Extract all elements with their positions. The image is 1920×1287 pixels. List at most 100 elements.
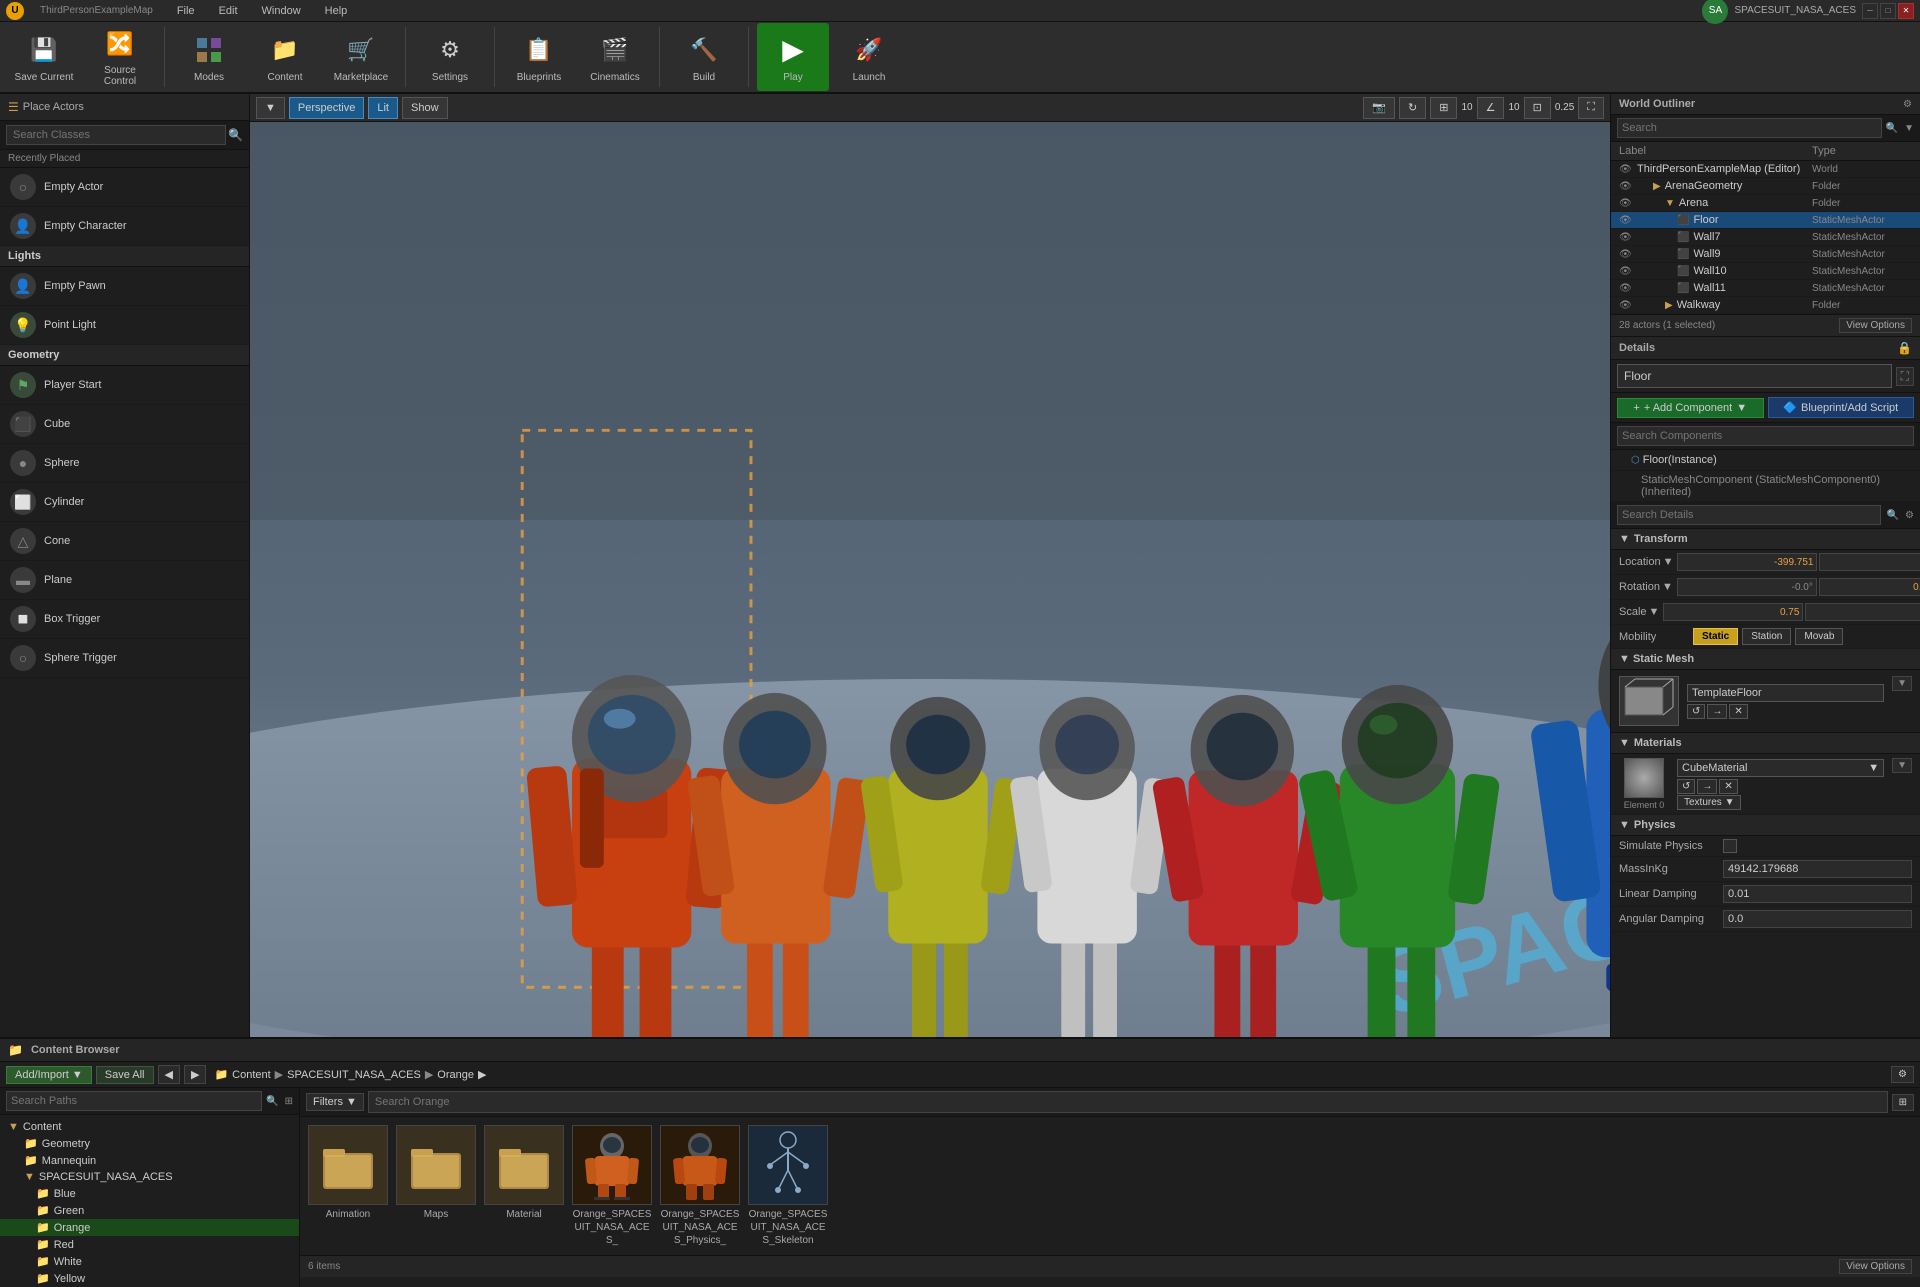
play-btn[interactable]: ▶ Play <box>757 23 829 91</box>
search-classes-icon[interactable]: 🔍 <box>228 128 243 142</box>
source-control-btn[interactable]: 🔀 Source Control <box>84 23 156 91</box>
path-search-icon[interactable]: 🔍 <box>266 1096 278 1107</box>
eye-icon-7[interactable]: 👁 <box>1619 283 1633 294</box>
camera-btn[interactable]: 📷 <box>1363 97 1395 119</box>
asset-orange-physics[interactable]: Orange_SPACESUIT_NASA_ACES_Physics_ <box>660 1125 740 1247</box>
add-import-btn[interactable]: Add/Import ▼ <box>6 1066 92 1084</box>
cb-asset-search-input[interactable] <box>368 1091 1888 1113</box>
show-btn[interactable]: Show <box>402 97 448 119</box>
eye-icon-6[interactable]: 👁 <box>1619 266 1633 277</box>
asset-animation-folder[interactable]: Animation <box>308 1125 388 1247</box>
outliner-search-icon[interactable]: 🔍 <box>1886 123 1898 134</box>
eye-icon-0[interactable]: 👁 <box>1619 164 1633 175</box>
actor-item-sphere-trigger[interactable]: ○ Sphere Trigger <box>0 639 249 678</box>
details-search-input[interactable] <box>1617 426 1914 446</box>
breadcrumb-orange[interactable]: Orange <box>437 1069 474 1081</box>
save-current-btn[interactable]: 💾 Save Current <box>8 23 80 91</box>
actor-item-empty-character[interactable]: 👤 Empty Character <box>0 207 249 246</box>
breadcrumb-content[interactable]: Content <box>232 1069 271 1081</box>
settings-btn[interactable]: ⚙ Settings <box>414 23 486 91</box>
cb-view-options-btn[interactable]: View Options <box>1839 1259 1912 1274</box>
physics-section-header[interactable]: ▼ Physics <box>1611 815 1920 836</box>
station-btn[interactable]: Station <box>1742 628 1791 645</box>
search-classes-input[interactable] <box>6 125 226 145</box>
mesh-arrow-btn[interactable]: → <box>1707 704 1727 719</box>
tree-item-mannequin[interactable]: 📁 Mannequin <box>0 1152 299 1169</box>
static-btn[interactable]: Static <box>1693 628 1738 645</box>
vp-dropdown-btn[interactable]: ▼ <box>256 97 285 119</box>
movab-btn[interactable]: Movab <box>1795 628 1843 645</box>
tree-item-orange[interactable]: 📁 Orange <box>0 1219 299 1236</box>
actor-item-player-start[interactable]: ⚑ Player Start <box>0 366 249 405</box>
angular-damping-input[interactable] <box>1723 910 1912 928</box>
outliner-item-2[interactable]: 👁 ▼ Arena Folder <box>1611 195 1920 212</box>
breadcrumb-spacesuit[interactable]: SPACESUIT_NASA_ACES <box>287 1069 421 1081</box>
blueprints-btn[interactable]: 📋 Blueprints <box>503 23 575 91</box>
location-x-input[interactable] <box>1677 553 1817 571</box>
category-lights[interactable]: Lights <box>0 246 249 267</box>
location-y-input[interactable] <box>1819 553 1920 571</box>
modes-btn[interactable]: Modes <box>173 23 245 91</box>
scale-btn[interactable]: ⊡ <box>1524 97 1551 119</box>
tree-item-yellow[interactable]: 📁 Yellow <box>0 1270 299 1287</box>
launch-btn[interactable]: 🚀 Launch <box>833 23 905 91</box>
linear-damping-input[interactable] <box>1723 885 1912 903</box>
eye-icon-3[interactable]: 👁 <box>1619 215 1633 226</box>
actor-item-cone[interactable]: △ Cone <box>0 522 249 561</box>
actor-item-cube[interactable]: ⬛ Cube <box>0 405 249 444</box>
rotation-label[interactable]: Rotation ▼ <box>1619 581 1673 593</box>
menu-edit[interactable]: Edit <box>215 3 242 19</box>
menu-window[interactable]: Window <box>258 3 305 19</box>
snap-btn[interactable]: ⊞ <box>1430 97 1457 119</box>
mesh-browse-btn[interactable]: ↺ <box>1687 704 1705 719</box>
rotate-btn[interactable]: ↻ <box>1399 97 1426 119</box>
viewport[interactable]: SPACESUIT SPACESUIT <box>250 122 1610 1037</box>
path-options-icon[interactable]: ⊞ <box>285 1096 293 1107</box>
outliner-item-8[interactable]: 👁 ▶ Walkway Folder <box>1611 297 1920 314</box>
actor-item-box-trigger[interactable]: ⬜ Box Trigger <box>0 600 249 639</box>
maximize-btn[interactable]: □ <box>1880 3 1896 19</box>
filters-btn[interactable]: Filters ▼ <box>306 1093 364 1111</box>
cb-settings-btn[interactable]: ⚙ <box>1891 1066 1914 1083</box>
eye-icon-8[interactable]: 👁 <box>1619 300 1633 311</box>
build-btn[interactable]: 🔨 Build <box>668 23 740 91</box>
menu-help[interactable]: Help <box>321 3 352 19</box>
outliner-item-0[interactable]: 👁 ThirdPersonExampleMap (Editor) World <box>1611 161 1920 178</box>
actor-item-sphere[interactable]: ● Sphere <box>0 444 249 483</box>
tree-item-geometry[interactable]: 📁 Geometry <box>0 1135 299 1152</box>
materials-section-header[interactable]: ▼ Materials <box>1611 733 1920 754</box>
cb-path-search-input[interactable] <box>6 1091 262 1111</box>
details-search-details-input[interactable] <box>1617 505 1881 525</box>
details-expand-btn[interactable]: ⛶ <box>1896 367 1914 386</box>
outliner-item-7[interactable]: 👁 ⬛ Wall11 StaticMeshActor <box>1611 280 1920 297</box>
static-mesh-section-header[interactable]: ▼ Static Mesh <box>1611 649 1920 670</box>
cb-forward-btn[interactable]: ▶ <box>184 1065 206 1084</box>
marketplace-btn[interactable]: 🛒 Marketplace <box>325 23 397 91</box>
outliner-options-icon[interactable]: ▼ <box>1904 123 1914 134</box>
mass-input[interactable] <box>1723 860 1912 878</box>
details-name-input[interactable] <box>1617 364 1892 388</box>
tree-item-white[interactable]: 📁 White <box>0 1253 299 1270</box>
cb-back-btn[interactable]: ◀ <box>158 1065 180 1084</box>
tree-item-spacesuit[interactable]: ▼ SPACESUIT_NASA_ACES <box>0 1169 299 1185</box>
outliner-search-input[interactable] <box>1617 118 1882 138</box>
mat-browse-btn[interactable]: ↺ <box>1677 779 1695 794</box>
eye-icon-2[interactable]: 👁 <box>1619 198 1633 209</box>
asset-orange-spacesuit[interactable]: Orange_SPACESUIT_NASA_ACES_ <box>572 1125 652 1247</box>
location-label[interactable]: Location ▼ <box>1619 556 1673 568</box>
transform-section-header[interactable]: ▼ Transform <box>1611 529 1920 550</box>
tree-item-content[interactable]: ▼ Content <box>0 1119 299 1135</box>
outliner-item-4[interactable]: 👁 ⬛ Wall7 StaticMeshActor <box>1611 229 1920 246</box>
eye-icon-5[interactable]: 👁 <box>1619 249 1633 260</box>
outliner-item-5[interactable]: 👁 ⬛ Wall9 StaticMeshActor <box>1611 246 1920 263</box>
asset-material-folder[interactable]: Material <box>484 1125 564 1247</box>
mat-arrow-btn[interactable]: → <box>1697 779 1717 794</box>
eye-icon-4[interactable]: 👁 <box>1619 232 1633 243</box>
bp-add-script-btn[interactable]: 🔷 Blueprint/Add Script <box>1768 397 1915 418</box>
cb-view-btn[interactable]: ⊞ <box>1892 1094 1914 1111</box>
add-component-btn[interactable]: + + Add Component ▼ <box>1617 398 1764 418</box>
actor-item-point-light[interactable]: 💡 Point Light <box>0 306 249 345</box>
lit-btn[interactable]: Lit <box>368 97 398 119</box>
outliner-item-6[interactable]: 👁 ⬛ Wall10 StaticMeshActor <box>1611 263 1920 280</box>
details-options-icon[interactable]: ⚙ <box>1905 510 1914 521</box>
